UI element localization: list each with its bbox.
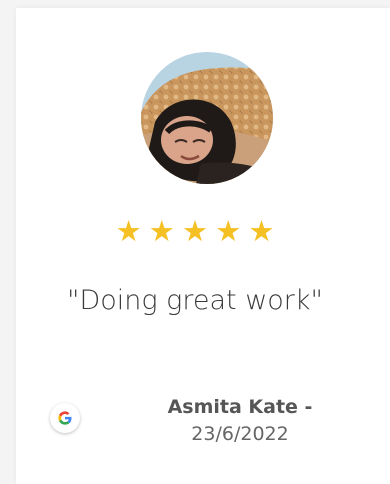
google-badge[interactable] [50, 403, 80, 433]
review-quote: "Doing great work" [67, 285, 323, 316]
star-icon: ★ [148, 214, 175, 248]
review-date: 23/6/2022 [191, 423, 289, 445]
star-icon: ★ [215, 214, 242, 248]
star-icon: ★ [182, 214, 208, 248]
star-icon: ★ [248, 214, 275, 248]
star-rating: ★ ★ ★ ★ ★ [0, 214, 390, 248]
star-icon: ★ [115, 214, 142, 248]
reviewer-avatar [141, 52, 273, 184]
reviewer-name: Asmita Kate - [167, 396, 313, 418]
google-icon [58, 411, 72, 425]
